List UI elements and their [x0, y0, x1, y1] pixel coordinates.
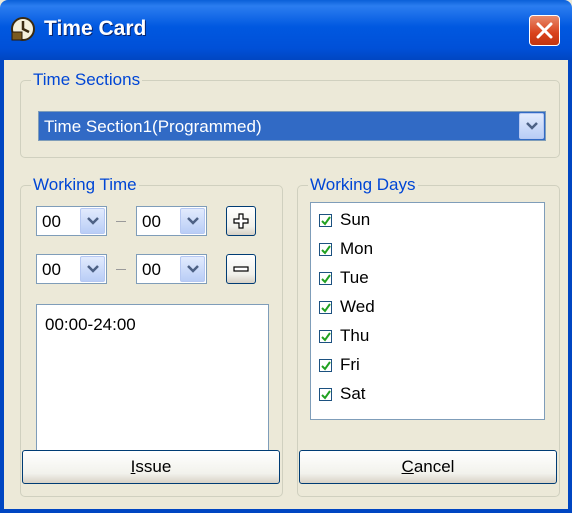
- title-bar[interactable]: Time Card: [0, 0, 572, 60]
- checkmark-icon: [321, 245, 331, 255]
- checkmark-icon: [321, 216, 331, 226]
- chevron-down-icon: [526, 122, 538, 130]
- cancel-label-rest: ancel: [413, 457, 455, 476]
- cancel-button[interactable]: Cancel: [299, 450, 557, 484]
- checkbox[interactable]: [319, 359, 332, 372]
- day-label: Sun: [340, 210, 371, 229]
- checkbox[interactable]: [319, 330, 332, 343]
- checkbox[interactable]: [319, 272, 332, 285]
- time-sections-group: Time Sections Time Section1(Programmed): [20, 70, 560, 158]
- close-icon: [536, 22, 553, 39]
- start-hour-value: 00: [42, 212, 61, 231]
- checkmark-icon: [321, 361, 331, 371]
- checkmark-icon: [321, 332, 331, 342]
- range-separator: [116, 221, 126, 222]
- end-hour-dropdown-button[interactable]: [80, 256, 105, 282]
- day-label: Wed: [340, 297, 375, 316]
- time-section-dropdown-button[interactable]: [519, 113, 544, 139]
- minus-icon: [233, 266, 249, 272]
- time-section-value: Time Section1(Programmed): [44, 117, 262, 136]
- working-time-legend: Working Time: [31, 175, 139, 195]
- day-label: Thu: [340, 326, 370, 345]
- issue-button[interactable]: Issue: [22, 450, 280, 484]
- start-minute-dropdown-button[interactable]: [180, 208, 205, 234]
- add-time-button[interactable]: [226, 206, 256, 236]
- day-label: Tue: [340, 268, 369, 287]
- range-separator: [116, 269, 126, 270]
- chevron-down-icon: [187, 265, 199, 273]
- cancel-mnemonic: C: [401, 457, 414, 476]
- start-minute-value: 00: [142, 212, 161, 231]
- checkbox[interactable]: [319, 388, 332, 401]
- issue-label-rest: ssue: [135, 457, 172, 476]
- time-section-select[interactable]: Time Section1(Programmed): [38, 111, 546, 141]
- working-days-list: Sun Mon Tue Wed Thu Fri Sat: [310, 202, 545, 420]
- list-item[interactable]: 00:00-24:00: [45, 315, 136, 335]
- clock-card-icon: [11, 17, 35, 41]
- checkbox[interactable]: [319, 243, 332, 256]
- chevron-down-icon: [87, 217, 99, 225]
- start-hour-dropdown-button[interactable]: [80, 208, 105, 234]
- time-sections-legend: Time Sections: [31, 70, 143, 90]
- start-minute-select[interactable]: 00: [136, 206, 207, 236]
- checkmark-icon: [321, 303, 331, 313]
- day-label: Fri: [340, 355, 360, 374]
- day-label: Sat: [340, 384, 366, 403]
- checkmark-icon: [321, 390, 331, 400]
- working-days-legend: Working Days: [308, 175, 418, 195]
- window-frame: Time Sections Time Section1(Programmed) …: [0, 60, 572, 513]
- window-title: Time Card: [44, 17, 147, 40]
- window-client-area: Time Sections Time Section1(Programmed) …: [4, 60, 568, 509]
- remove-time-button[interactable]: [226, 254, 256, 284]
- plus-icon: [233, 213, 249, 229]
- chevron-down-icon: [187, 217, 199, 225]
- start-hour-select[interactable]: 00: [36, 206, 107, 236]
- chevron-down-icon: [87, 265, 99, 273]
- end-hour-value: 00: [42, 260, 61, 279]
- end-minute-value: 00: [142, 260, 161, 279]
- checkbox[interactable]: [319, 301, 332, 314]
- end-minute-select[interactable]: 00: [136, 254, 207, 284]
- checkmark-icon: [321, 274, 331, 284]
- end-minute-dropdown-button[interactable]: [180, 256, 205, 282]
- close-button[interactable]: [529, 15, 560, 46]
- end-hour-select[interactable]: 00: [36, 254, 107, 284]
- day-label: Mon: [340, 239, 374, 258]
- checkbox[interactable]: [319, 214, 332, 227]
